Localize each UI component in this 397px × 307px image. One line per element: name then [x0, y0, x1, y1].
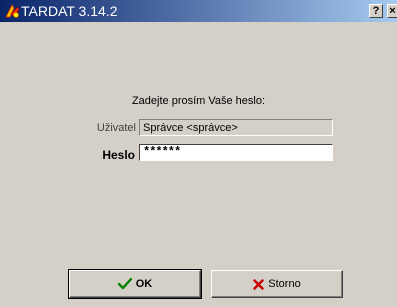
cross-icon: [253, 278, 264, 290]
password-input[interactable]: ******: [139, 144, 333, 161]
password-prompt: Zadejte prosím Vaše heslo:: [131, 95, 266, 107]
title-bar: TARDAT 3.14.2 ? ×: [0, 0, 397, 22]
help-button[interactable]: ?: [369, 4, 383, 18]
password-label: Heslo: [102, 148, 135, 162]
cancel-button[interactable]: Storno: [211, 270, 343, 298]
checkmark-icon: [117, 278, 132, 290]
close-button[interactable]: ×: [387, 4, 397, 18]
cancel-button-label: Storno: [268, 278, 301, 290]
user-field: Správce <správce>: [139, 119, 333, 136]
ok-button-label: OK: [135, 278, 153, 290]
ok-button[interactable]: OK: [68, 269, 202, 299]
window-title: TARDAT 3.14.2: [21, 3, 118, 19]
app-logo-icon: [3, 2, 21, 20]
user-label: Uživatel: [96, 122, 136, 134]
